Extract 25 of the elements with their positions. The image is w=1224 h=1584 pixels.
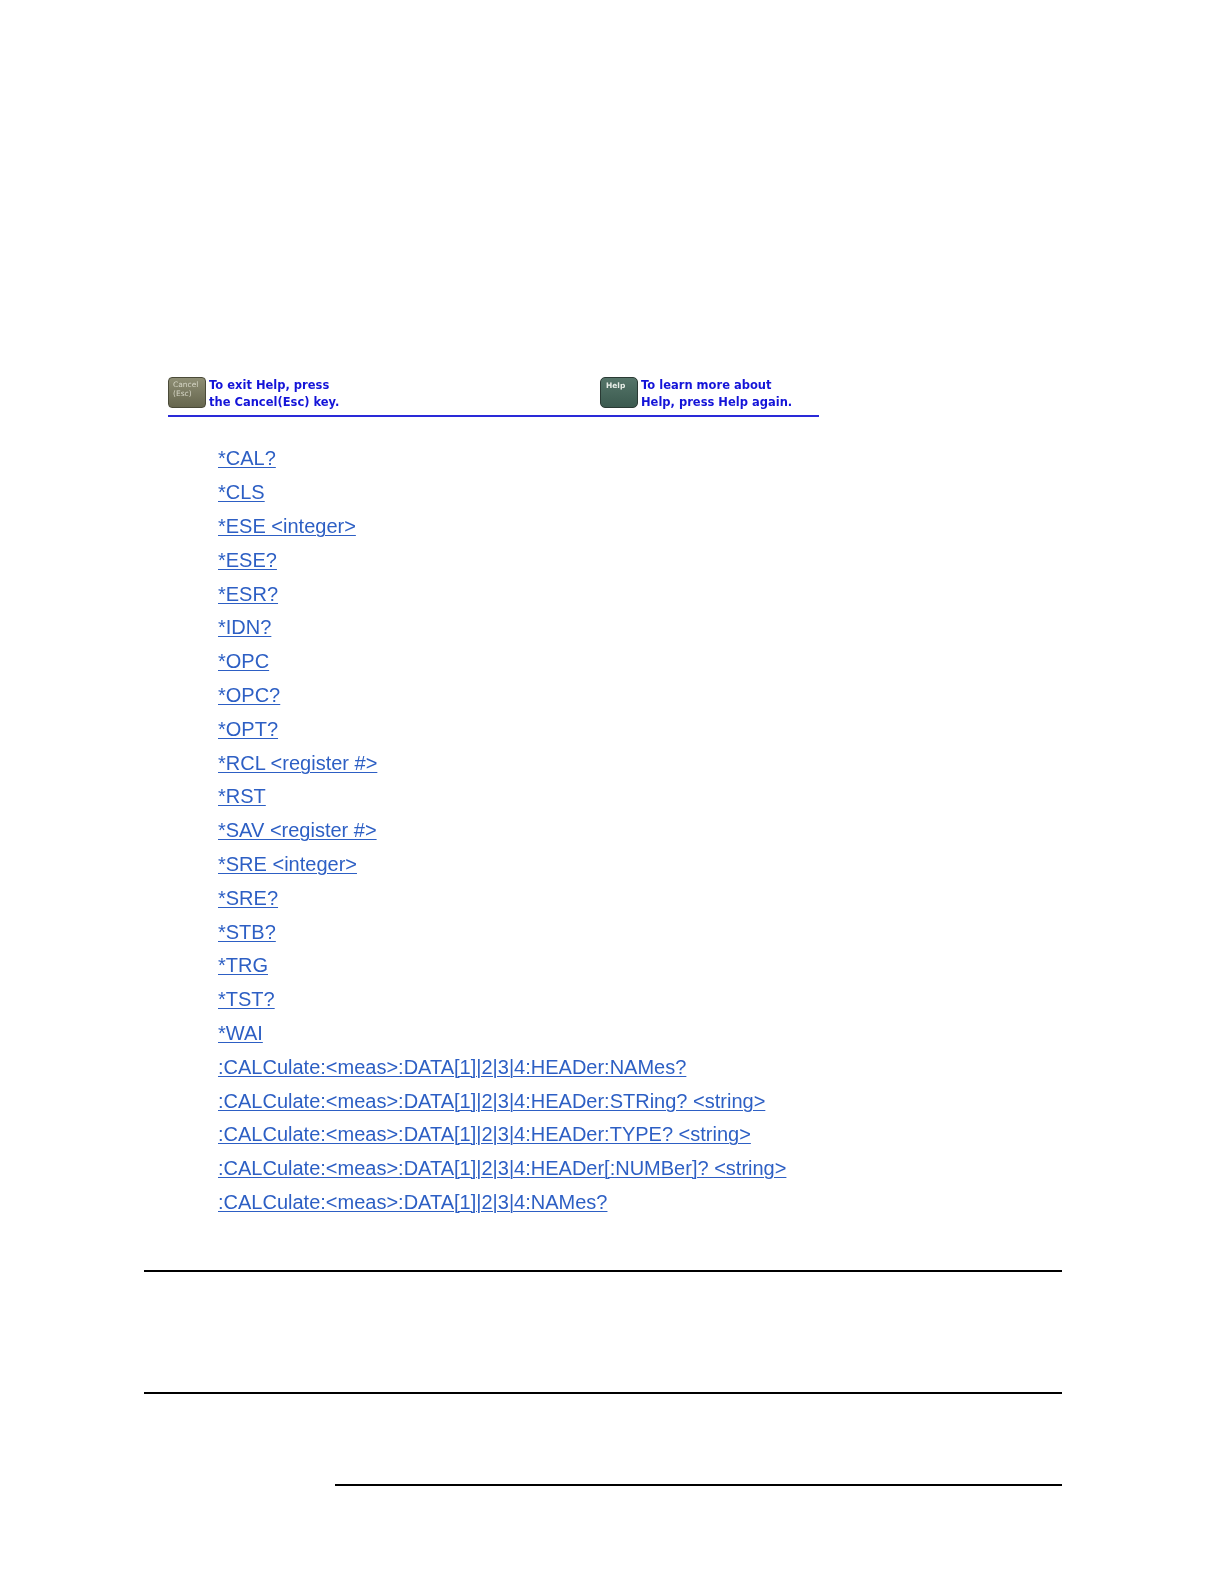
command-link[interactable]: *CLS (218, 481, 265, 505)
command-link[interactable]: *SRE <integer> (218, 852, 357, 876)
command-link[interactable]: *RST (218, 785, 266, 809)
command-link[interactable]: :CALCulate:<meas>:DATA[1]|2|3|4:NAMes? (218, 1190, 608, 1214)
exit-help-hint: To exit Help, press the Cancel(Esc) key. (209, 377, 340, 411)
command-link[interactable]: *OPT? (218, 717, 279, 741)
command-link[interactable]: *OPC? (218, 683, 281, 707)
command-link[interactable]: *ESE? (218, 548, 277, 572)
command-link[interactable]: *TST? (218, 988, 275, 1012)
command-link[interactable]: *IDN? (218, 616, 272, 640)
command-link[interactable]: *RCL <register #> (218, 751, 378, 775)
command-link[interactable]: :CALCulate:<meas>:DATA[1]|2|3|4:HEADer:NAMes? (218, 1055, 687, 1079)
command-link[interactable]: *ESE <integer> (218, 515, 356, 538)
command-link[interactable]: :CALCulate:<meas>:DATA[1]|2|3|4:HEADer:STRing? <string> (218, 1089, 766, 1113)
learn-help-hint: To learn more about Help, press Help again. (641, 377, 793, 411)
command-link[interactable]: *WAI (218, 1021, 263, 1045)
command-link[interactable]: *SRE? (218, 886, 279, 910)
command-link[interactable]: :CALCulate:<meas>:DATA[1]|2|3|4:HEADer[:NUMBer]? <string> (218, 1157, 787, 1181)
command-link[interactable]: *STB? (218, 920, 276, 944)
command-link[interactable]: *OPC (218, 650, 270, 674)
command-link[interactable]: *CAL? (218, 447, 276, 471)
command-link[interactable]: *TRG (218, 954, 268, 978)
command-link[interactable]: *SAV <register #> (218, 819, 377, 843)
command-link[interactable]: *ESR? (218, 582, 279, 606)
command-link[interactable]: :CALCulate:<meas>:DATA[1]|2|3|4:HEADer:TYPE? <string> (218, 1123, 751, 1147)
